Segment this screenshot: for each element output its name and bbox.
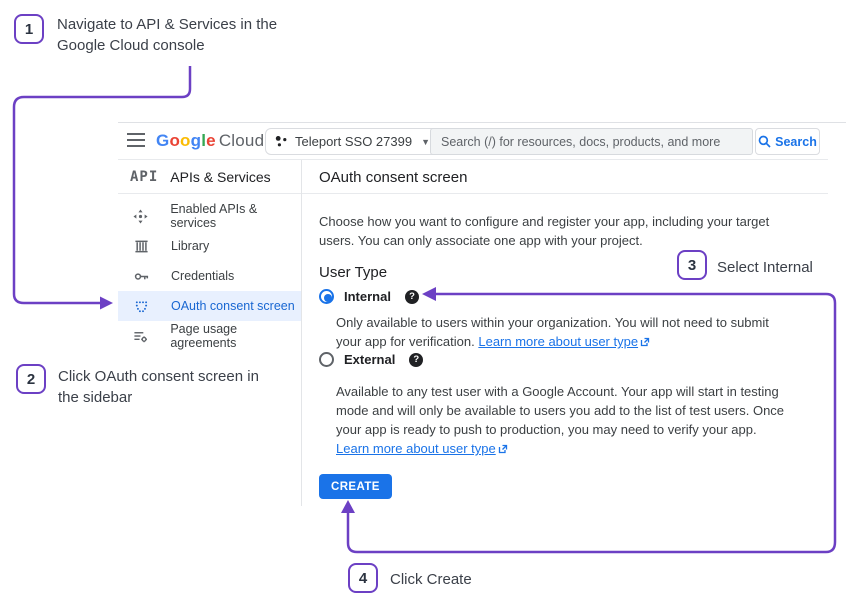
sidebar-item-credentials[interactable]: Credentials xyxy=(118,261,301,291)
menu-icon[interactable] xyxy=(127,133,145,147)
intro-text: Choose how you want to configure and reg… xyxy=(319,212,771,250)
step-4-text: Click Create xyxy=(390,569,520,590)
learn-more-link[interactable]: Learn more about user type xyxy=(336,441,508,456)
sidebar-item-oauth-consent-screen[interactable]: OAuth consent screen xyxy=(118,291,301,321)
title-divider xyxy=(302,193,828,194)
sidebar-title: APIs & Services xyxy=(170,169,270,185)
external-link-icon xyxy=(640,333,650,352)
external-label: External xyxy=(344,352,395,367)
step-2-badge: 2 xyxy=(16,364,46,394)
step-1-text: Navigate to API & Services in the Google… xyxy=(57,14,309,56)
enabled-apis-icon xyxy=(133,208,148,224)
step-1-number: 1 xyxy=(25,21,33,38)
step-2-number: 2 xyxy=(27,371,35,388)
key-icon xyxy=(133,268,149,284)
project-icon xyxy=(275,135,288,148)
search-icon xyxy=(758,135,771,148)
library-icon xyxy=(133,238,149,254)
internal-radio[interactable] xyxy=(319,289,334,304)
search-button-label: Search xyxy=(775,135,817,149)
sidebar-item-label: Library xyxy=(171,239,209,253)
step-2-text: Click OAuth consent screen in the sideba… xyxy=(58,366,268,408)
logo-letter: o xyxy=(180,131,191,150)
user-type-label: User Type xyxy=(319,264,387,281)
tutorial-page: 1 Navigate to API & Services in the Goog… xyxy=(0,0,846,599)
sidebar-item-library[interactable]: Library xyxy=(118,231,301,261)
console-header: GoogleCloud Teleport SSO 27399 ▼ Search xyxy=(118,123,846,159)
step-1-badge: 1 xyxy=(14,14,44,44)
search-input[interactable] xyxy=(430,128,753,155)
project-name: Teleport SSO 27399 xyxy=(295,134,412,149)
step-3-number: 3 xyxy=(688,257,696,274)
logo-letter: o xyxy=(169,131,180,150)
logo-cloud-text: Cloud xyxy=(219,131,264,150)
sidebar-item-page-usage-agreements[interactable]: Page usage agreements xyxy=(118,321,301,351)
external-description: Available to any test user with a Google… xyxy=(336,382,798,459)
google-cloud-console: GoogleCloud Teleport SSO 27399 ▼ Search xyxy=(118,122,846,510)
api-logo: API xyxy=(130,169,158,185)
page-title: OAuth consent screen xyxy=(319,169,467,186)
project-selector[interactable]: Teleport SSO 27399 ▼ xyxy=(265,128,440,155)
page-agreements-icon xyxy=(133,328,148,344)
step-3-badge: 3 xyxy=(677,250,707,280)
step-3-text: Select Internal xyxy=(717,257,846,278)
sidebar-vertical-divider xyxy=(301,160,302,506)
learn-more-link[interactable]: Learn more about user type xyxy=(478,334,650,349)
external-description-text: Available to any test user with a Google… xyxy=(336,384,784,437)
logo-letter: G xyxy=(156,131,169,150)
learn-more-link-text: Learn more about user type xyxy=(336,441,496,456)
option-internal: Internal ? xyxy=(319,289,419,304)
search-button[interactable]: Search xyxy=(755,128,820,155)
internal-label: Internal xyxy=(344,289,391,304)
create-button[interactable]: CREATE xyxy=(319,474,392,499)
sidebar: API APIs & Services Enabled APIs & servi… xyxy=(118,160,301,351)
oauth-consent-icon xyxy=(133,298,149,314)
logo-letter: e xyxy=(206,131,216,150)
sidebar-item-label: OAuth consent screen xyxy=(171,299,295,313)
sidebar-item-label: Credentials xyxy=(171,269,234,283)
external-radio[interactable] xyxy=(319,352,334,367)
external-link-icon xyxy=(498,440,508,459)
internal-description: Only available to users within your orga… xyxy=(336,313,784,352)
logo-letter: g xyxy=(191,131,202,150)
help-icon[interactable]: ? xyxy=(409,353,423,367)
help-icon[interactable]: ? xyxy=(405,290,419,304)
option-external: External ? xyxy=(319,352,423,367)
step-4-badge: 4 xyxy=(348,563,378,593)
chevron-down-icon: ▼ xyxy=(421,137,430,147)
learn-more-link-text: Learn more about user type xyxy=(478,334,638,349)
sidebar-item-label: Page usage agreements xyxy=(170,322,301,350)
step-4-number: 4 xyxy=(359,570,367,587)
sidebar-header: API APIs & Services xyxy=(118,160,301,193)
sidebar-item-enabled-apis[interactable]: Enabled APIs & services xyxy=(118,201,301,231)
arrow-step1-head xyxy=(100,297,113,310)
google-cloud-logo[interactable]: GoogleCloud xyxy=(156,131,264,151)
sidebar-item-label: Enabled APIs & services xyxy=(170,202,301,230)
